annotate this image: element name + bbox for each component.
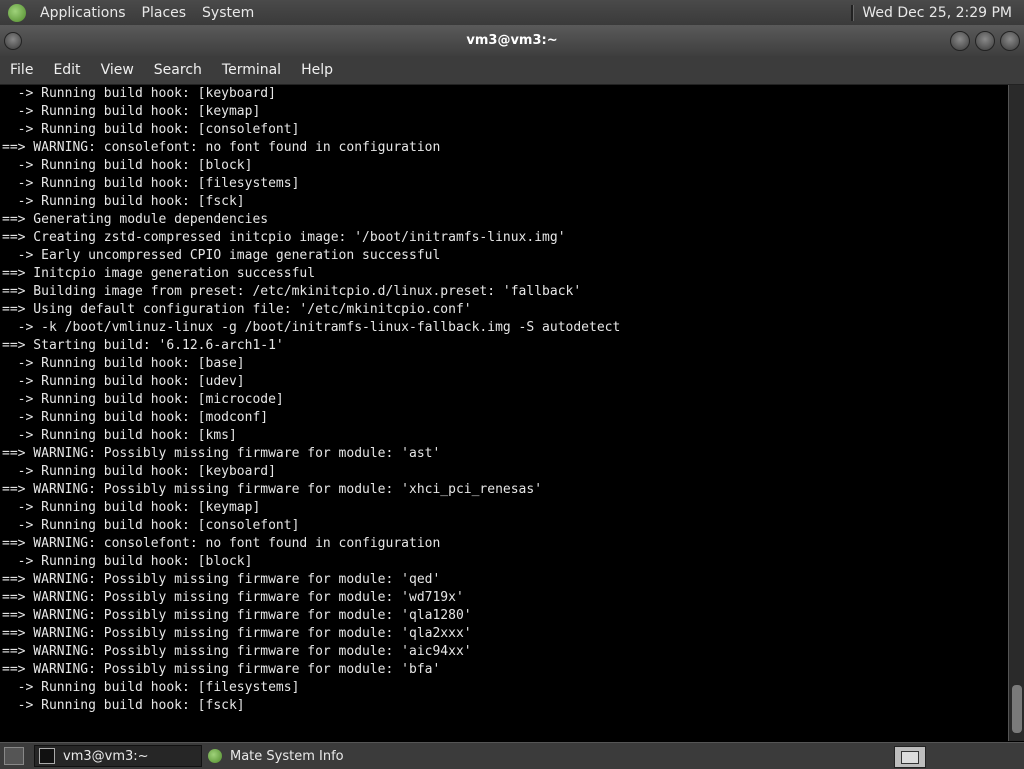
- terminal-line: -> Running build hook: [filesystems]: [2, 680, 300, 695]
- terminal-line: ==> Generating module dependencies: [2, 212, 269, 227]
- taskbar-item-terminal[interactable]: vm3@vm3:~: [34, 745, 202, 767]
- terminal-line: ==> Building image from preset: /etc/mki…: [2, 284, 582, 299]
- clock[interactable]: Wed Dec 25, 2:29 PM: [862, 5, 1024, 21]
- terminal-line: -> Running build hook: [microcode]: [2, 392, 284, 407]
- menu-search[interactable]: Search: [144, 62, 212, 78]
- terminal-line: ==> Using default configuration file: '/…: [2, 302, 472, 317]
- terminal-line: -> Early uncompressed CPIO image generat…: [2, 248, 441, 263]
- terminal-line: ==> WARNING: Possibly missing firmware f…: [2, 608, 472, 623]
- scrollbar-thumb[interactable]: [1012, 685, 1022, 733]
- close-button[interactable]: [1000, 31, 1020, 51]
- places-menu[interactable]: Places: [134, 5, 195, 21]
- terminal-line: -> Running build hook: [consolefont]: [2, 518, 300, 533]
- terminal-line: -> Running build hook: [keymap]: [2, 500, 261, 515]
- terminal-line: ==> WARNING: Possibly missing firmware f…: [2, 590, 464, 605]
- terminal-line: ==> WARNING: Possibly missing firmware f…: [2, 626, 472, 641]
- window-menu-icon[interactable]: [4, 32, 22, 50]
- menu-edit[interactable]: Edit: [43, 62, 90, 78]
- applications-menu[interactable]: Applications: [32, 5, 134, 21]
- menu-file[interactable]: File: [0, 62, 43, 78]
- terminal-line: -> Running build hook: [block]: [2, 554, 253, 569]
- taskbar-item-mate-system-info[interactable]: Mate System Info: [204, 745, 370, 767]
- terminal-line: ==> WARNING: Possibly missing firmware f…: [2, 482, 543, 497]
- terminal-line: ==> WARNING: Possibly missing firmware f…: [2, 662, 441, 677]
- window-titlebar[interactable]: vm3@vm3:~: [0, 25, 1024, 56]
- terminal-line: -> Running build hook: [filesystems]: [2, 176, 300, 191]
- bottom-taskbar: vm3@vm3:~ Mate System Info: [0, 742, 1024, 769]
- terminal-line: -> -k /boot/vmlinuz-linux -g /boot/initr…: [2, 320, 621, 335]
- minimize-button[interactable]: [950, 31, 970, 51]
- terminal-line: -> Running build hook: [consolefont]: [2, 122, 300, 137]
- terminal-line: -> Running build hook: [keyboard]: [2, 464, 276, 479]
- terminal-line: -> Running build hook: [kms]: [2, 428, 237, 443]
- terminal-line: ==> WARNING: consolefont: no font found …: [2, 140, 441, 155]
- terminal-icon: [39, 748, 55, 764]
- top-panel: Applications Places System Wed Dec 25, 2…: [0, 0, 1024, 25]
- terminal-scrollbar[interactable]: [1008, 85, 1024, 741]
- mate-logo-icon[interactable]: [8, 3, 26, 22]
- terminal-line: ==> Creating zstd-compressed initcpio im…: [2, 230, 566, 245]
- terminal-output[interactable]: -> Running build hook: [keyboard] -> Run…: [0, 85, 1008, 741]
- terminal-line: -> Running build hook: [keymap]: [2, 104, 261, 119]
- terminal-line: -> Running build hook: [modconf]: [2, 410, 269, 425]
- maximize-button[interactable]: [975, 31, 995, 51]
- terminal-line: -> Running build hook: [udev]: [2, 374, 245, 389]
- terminal-line: ==> WARNING: Possibly missing firmware f…: [2, 446, 441, 461]
- terminal-line: -> Running build hook: [fsck]: [2, 194, 245, 209]
- menu-view[interactable]: View: [91, 62, 144, 78]
- taskbar-item-label: Mate System Info: [230, 748, 344, 764]
- menubar: File Edit View Search Terminal Help: [0, 56, 1024, 85]
- terminal-line: ==> Initcpio image generation successful: [2, 266, 316, 281]
- terminal-line: ==> WARNING: Possibly missing firmware f…: [2, 644, 472, 659]
- terminal-line: -> Running build hook: [fsck]: [2, 698, 245, 713]
- show-desktop-icon[interactable]: [4, 747, 24, 765]
- workspace-1[interactable]: [901, 751, 919, 764]
- mate-logo-icon: [208, 749, 222, 763]
- window-title: vm3@vm3:~: [466, 33, 558, 48]
- workspace-switcher[interactable]: [894, 746, 926, 768]
- system-menu[interactable]: System: [194, 5, 262, 21]
- terminal-line: ==> WARNING: consolefont: no font found …: [2, 536, 441, 551]
- menu-help[interactable]: Help: [291, 62, 343, 78]
- terminal-line: ==> WARNING: Possibly missing firmware f…: [2, 572, 441, 587]
- terminal-line: -> Running build hook: [base]: [2, 356, 245, 371]
- panel-separator: [851, 4, 855, 21]
- terminal-line: ==> Starting build: '6.12.6-arch1-1': [2, 338, 284, 353]
- menu-terminal[interactable]: Terminal: [212, 62, 291, 78]
- terminal-line: -> Running build hook: [block]: [2, 158, 253, 173]
- terminal-line: -> Running build hook: [keyboard]: [2, 86, 276, 101]
- taskbar-item-label: vm3@vm3:~: [63, 748, 149, 764]
